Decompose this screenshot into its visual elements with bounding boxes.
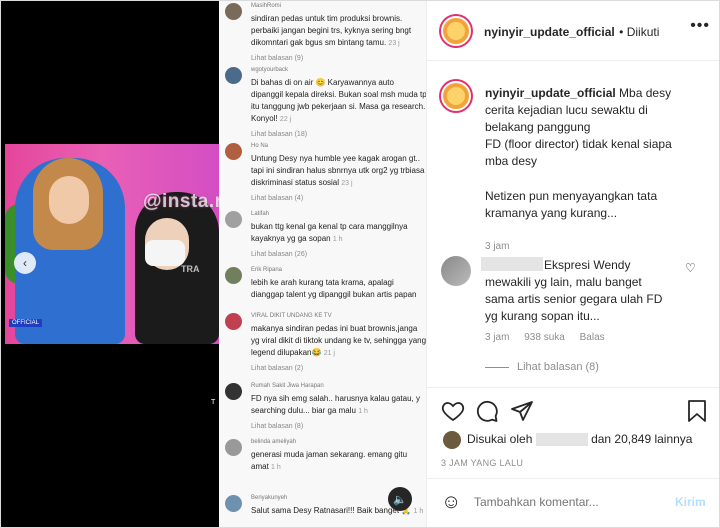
comment-age: 1 h: [413, 508, 424, 515]
caption-time[interactable]: 3 jam: [485, 238, 710, 255]
commenter-name: MasihRomi: [251, 3, 282, 9]
comment-age: 1 h: [271, 464, 281, 471]
previous-arrow-icon[interactable]: ‹: [14, 252, 36, 274]
caption-line: mba desy: [485, 154, 538, 168]
view-replies-link: Lihat balasan (9): [251, 55, 304, 62]
comment-body: Untung Desy nya humble yee kagak arogan …: [251, 154, 425, 187]
liker-avatar[interactable]: [443, 431, 461, 449]
commenter-name: Latifah: [251, 211, 270, 217]
emoji-icon[interactable]: ☺: [441, 491, 461, 514]
more-options-icon[interactable]: •••: [690, 17, 710, 35]
caption-line: Mba desy: [619, 86, 672, 100]
person-right: [135, 192, 219, 344]
commenter-avatar: [225, 383, 242, 400]
comment-age: 23 j: [341, 180, 353, 187]
view-replies-link: Lihat balasan (26): [251, 251, 308, 258]
post-comment-button[interactable]: Kirim: [675, 495, 706, 509]
comment-body: makanya sindiran pedas ini buat brownis,…: [251, 324, 426, 357]
caption-line: cerita kejadian lucu sewaktu di: [485, 103, 648, 117]
comment-body: bukan ttg kenal ga kenal tp cara manggil…: [251, 222, 408, 243]
video-caption-fragment: T: [211, 399, 216, 406]
avatar[interactable]: [441, 16, 471, 46]
commenter-avatar: [225, 211, 242, 228]
comment-icon[interactable]: [475, 399, 499, 423]
username[interactable]: nyinyir_update_official: [484, 25, 615, 39]
caption-line: Netizen pun menyayangkan tata: [485, 189, 658, 203]
save-icon[interactable]: [686, 399, 708, 423]
like-comment-icon[interactable]: ♡: [685, 261, 696, 275]
caption-line: belakang panggung: [485, 120, 591, 134]
commenter-avatar[interactable]: [441, 256, 471, 286]
caption-line: kramanya yang kurang...: [485, 206, 618, 220]
commenter-name: VIRAL DIKIT UNDANG KE TV: [251, 313, 332, 319]
likes-count[interactable]: dan 20,849 lainnya: [591, 432, 692, 446]
share-icon[interactable]: [510, 399, 534, 423]
view-replies-link: Lihat balasan (2): [251, 365, 304, 372]
commenter-name: Ho Na: [251, 143, 269, 149]
view-replies-link: Lihat balasan (4): [251, 195, 304, 202]
video-frame: OFFICIAL TRA @insta.nyinyir ‹: [3, 1, 280, 495]
video-scene: OFFICIAL TRA: [5, 144, 219, 344]
commenter-avatar: [225, 3, 242, 20]
post-sidebar: nyinyir_update_official • Diikuti ••• ny…: [426, 1, 719, 527]
comment-body: lebih ke arah kurang tata krama, apalagi…: [251, 278, 417, 299]
commenter-avatar: [225, 495, 242, 512]
caption-avatar[interactable]: [441, 81, 471, 111]
caption-line: FD (floor director) tidak kenal siapa: [485, 137, 672, 151]
comment-age: 21 j: [323, 350, 335, 357]
comment-age: 22 j: [279, 116, 292, 123]
commenter-name: Rumah Sakit Jiwa Harapan: [251, 383, 324, 389]
video-comments-overlay: MasihRomi sindiran pedas untuk tim produk…: [219, 1, 426, 527]
comment-age: 1 h: [358, 408, 368, 415]
commenter-avatar: [225, 313, 242, 330]
post-header: nyinyir_update_official • Diikuti •••: [427, 1, 719, 61]
commenter-avatar: [225, 267, 242, 284]
comment-body: FD nya sih emg salah.. harusnya kalau ga…: [251, 394, 420, 415]
comment-meta: 3 jam 938 suka Balas: [485, 332, 605, 343]
comment-age: 1 h: [332, 236, 343, 243]
official-tag: OFFICIAL: [9, 319, 43, 327]
likes-summary: Disukai oleh dan 20,849 lainnya: [467, 432, 693, 447]
commenter-name: wgotyourback: [251, 67, 289, 73]
redacted-liker[interactable]: [535, 433, 588, 447]
comment-text: Ekspresi Wendy mewakili yg lain, malu ba…: [485, 258, 663, 323]
commenter-avatar: [225, 143, 242, 160]
comment-body: Di bahas di on air 😊 Karyawannya auto di…: [251, 78, 426, 123]
add-comment-input[interactable]: [474, 493, 664, 511]
face-mask: [145, 240, 185, 266]
comment-body: generasi muda jaman sekarang. emang gitu…: [251, 450, 408, 471]
comment-likes[interactable]: 938 suka: [524, 332, 565, 343]
reply-button[interactable]: Balas: [580, 332, 605, 343]
comment-body: sindiran pedas untuk tim produksi browni…: [251, 14, 412, 47]
heart-icon[interactable]: [441, 399, 465, 423]
view-replies-link: Lihat balasan (18): [251, 131, 308, 138]
comment-age: 23 j: [388, 40, 400, 47]
corner-text: TRA: [181, 264, 200, 274]
follow-status[interactable]: • Diikuti: [619, 25, 659, 39]
caption-username[interactable]: nyinyir_update_official: [485, 86, 616, 100]
post-media[interactable]: OFFICIAL TRA @insta.nyinyir ‹ T MasihRom…: [1, 1, 426, 527]
commenter-avatar: [225, 67, 242, 84]
comment-time[interactable]: 3 jam: [485, 332, 509, 343]
view-replies-link: Lihat balasan (8): [251, 423, 304, 430]
instagram-post-window: OFFICIAL TRA @insta.nyinyir ‹ T MasihRom…: [0, 0, 720, 528]
commenter-avatar: [225, 439, 242, 456]
commenter-name: belinda ameliyah: [251, 439, 297, 445]
view-replies[interactable]: Lihat balasan (8): [485, 361, 599, 373]
commenter-name: Benyakunyeh: [251, 495, 288, 501]
post-date[interactable]: 3 JAM YANG LALU: [441, 458, 523, 468]
sound-toggle-icon[interactable]: 🔈: [388, 487, 412, 511]
caption: nyinyir_update_official Mba desy cerita …: [485, 85, 710, 255]
face-left: [49, 176, 89, 224]
commenter-name: Erik Ripana: [251, 267, 283, 273]
